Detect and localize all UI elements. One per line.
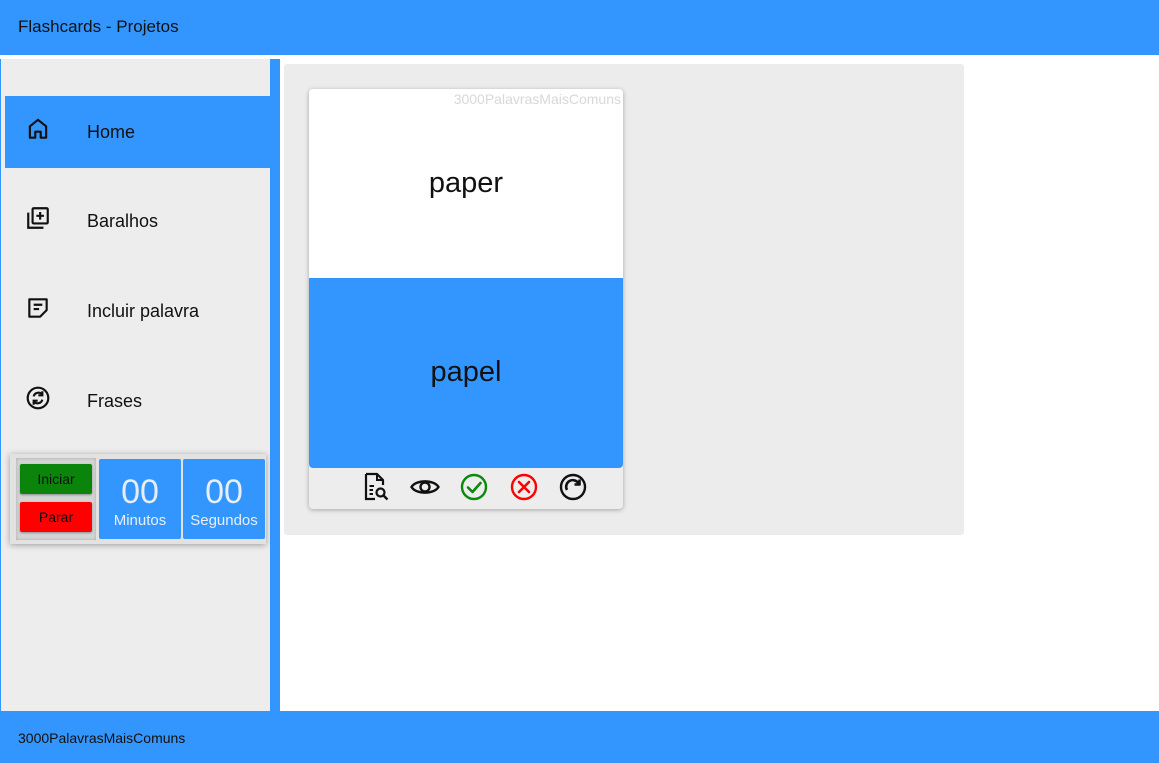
sidebar: Home Baralhos Incluir palavra Frases bbox=[0, 59, 271, 711]
redo-icon[interactable] bbox=[557, 471, 589, 503]
search-document-icon[interactable] bbox=[360, 471, 392, 503]
card-actions bbox=[309, 469, 623, 509]
app-title: Flashcards - Projetos bbox=[18, 17, 179, 36]
stop-button[interactable]: Parar bbox=[20, 502, 92, 532]
start-button[interactable]: Iniciar bbox=[20, 464, 92, 494]
sidebar-item-home[interactable]: Home bbox=[5, 96, 271, 168]
sidebar-item-frases[interactable]: Frases bbox=[5, 365, 271, 437]
minutes-label: Minutos bbox=[113, 512, 167, 529]
sidebar-item-label: Frases bbox=[87, 391, 143, 411]
app-header: Flashcards - Projetos bbox=[0, 0, 1159, 55]
card-front-word: paper bbox=[428, 167, 504, 199]
home-icon bbox=[28, 118, 48, 139]
timer-panel: Iniciar Parar 00 Minutos 00 Segundos bbox=[10, 454, 266, 544]
add-library-icon bbox=[27, 207, 49, 229]
note-icon bbox=[28, 298, 48, 318]
seconds-value: 00 bbox=[205, 473, 243, 511]
minutes-value: 00 bbox=[121, 473, 159, 511]
seconds-box: 00 Segundos bbox=[183, 459, 265, 539]
card-back[interactable]: papel bbox=[309, 278, 623, 468]
card-back-word: papel bbox=[430, 356, 502, 388]
flashcard: 3000PalavrasMaisComuns paper papel bbox=[309, 89, 623, 509]
card-deck-name: 3000PalavrasMaisComuns bbox=[453, 91, 621, 107]
eye-icon[interactable] bbox=[409, 471, 441, 503]
sidebar-item-incluir-palavra[interactable]: Incluir palavra bbox=[5, 275, 271, 347]
app-footer: 3000PalavrasMaisComuns bbox=[0, 711, 1159, 763]
sidebar-item-label: Incluir palavra bbox=[87, 301, 200, 321]
sidebar-item-label: Home bbox=[87, 122, 136, 142]
card-front[interactable]: 3000PalavrasMaisComuns paper bbox=[309, 89, 623, 278]
seconds-label: Segundos bbox=[190, 512, 258, 529]
check-circle-icon[interactable] bbox=[458, 471, 490, 503]
minutes-box: 00 Minutos bbox=[99, 459, 181, 539]
x-circle-icon[interactable] bbox=[508, 471, 540, 503]
timer-controls: Iniciar Parar bbox=[16, 458, 96, 540]
sidebar-divider bbox=[270, 59, 280, 711]
sidebar-item-baralhos[interactable]: Baralhos bbox=[5, 185, 271, 257]
footer-deck-name: 3000PalavrasMaisComuns bbox=[18, 730, 186, 746]
sidebar-item-label: Baralhos bbox=[87, 211, 159, 231]
sync-icon bbox=[26, 386, 50, 410]
